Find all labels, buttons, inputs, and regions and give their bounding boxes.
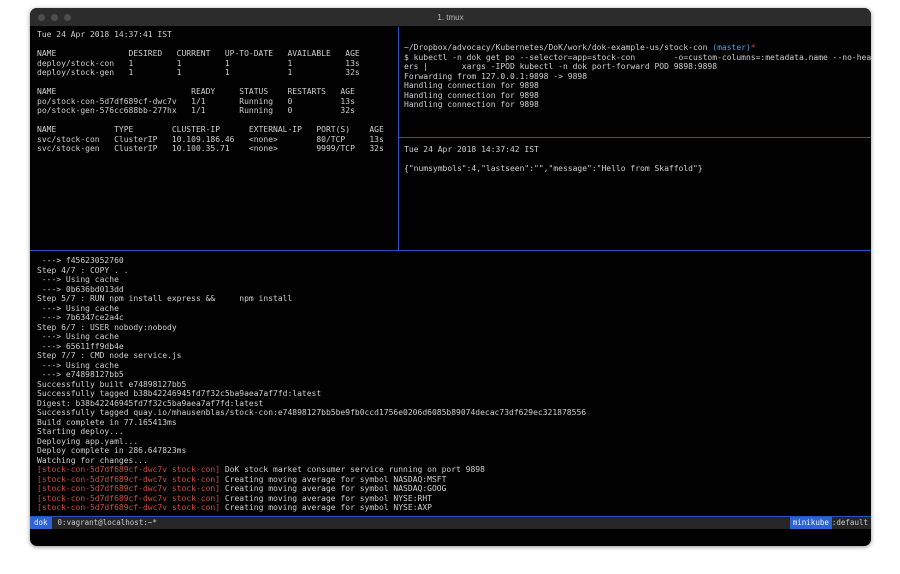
git-branch: (master) [712,43,751,52]
pod-log-prefix: [stock-con-5d7df689cf-dwc7v stock-con] [37,503,220,512]
minimize-button[interactable] [51,14,58,21]
pod-log-message: Creating moving average for symbol NASDA… [220,475,446,484]
pod-log-message: DoK stock market consumer service runnin… [220,465,485,474]
pod-log-line: [stock-con-5d7df689cf-dwc7v stock-con] C… [37,494,871,504]
pod-log-line: [stock-con-5d7df689cf-dwc7v stock-con] D… [37,465,871,475]
blank-line [404,155,871,165]
git-dirty-flag: * [751,43,756,52]
curl-timestamp: Tue 24 Apr 2018 14:37:42 IST [404,145,871,155]
tmux-status-bar: dok 0:vagrant@localhost:~* minikube :def… [30,517,871,529]
status-right: minikube :default [790,517,868,529]
zoom-button[interactable] [64,14,71,21]
window-tab[interactable]: 0:vagrant@localhost:~* [58,517,157,529]
tmux-terminal: Tue 24 Apr 2018 14:37:41 IST NAME DESIRE… [30,27,871,546]
pod-log-line: [stock-con-5d7df689cf-dwc7v stock-con] C… [37,475,871,485]
pane-curl-output[interactable]: Tue 24 Apr 2018 14:37:42 IST {"numsymbol… [399,138,871,250]
close-button[interactable] [38,14,45,21]
pod-log-line: [stock-con-5d7df689cf-dwc7v stock-con] C… [37,503,871,513]
pod-log-message: Creating moving average for symbol NASDA… [220,484,446,493]
pane-kubectl-watch[interactable]: Tue 24 Apr 2018 14:37:41 IST NAME DESIRE… [30,27,398,250]
pod-log-prefix: [stock-con-5d7df689cf-dwc7v stock-con] [37,484,220,493]
docker-build-output: ---> f45623052760 Step 4/7 : COPY . . --… [37,256,871,465]
pod-log-message: Creating moving average for symbol NYSE:… [220,503,432,512]
kube-context: minikube [790,517,832,529]
session-name: dok [30,517,52,529]
kubectl-watch-output: Tue 24 Apr 2018 14:37:41 IST NAME DESIRE… [37,30,398,154]
pod-log-message: Creating moving average for symbol NYSE:… [220,494,432,503]
kube-namespace: :default [832,517,868,529]
port-forward-output: $ kubectl -n dok get po --selector=app=s… [404,53,871,110]
pane-port-forward[interactable]: ~/Dropbox/advocacy/Kubernetes/DoK/work/d… [399,27,871,137]
curl-json-response: {"numsymbols":4,"lastseen":"","message":… [404,164,871,174]
pod-log-prefix: [stock-con-5d7df689cf-dwc7v stock-con] [37,465,220,474]
pod-log-prefix: [stock-con-5d7df689cf-dwc7v stock-con] [37,475,220,484]
window-controls [38,14,71,21]
terminal-window: 1. tmux Tue 24 Apr 2018 14:37:41 IST NAM… [30,8,871,546]
cwd-path: ~/Dropbox/advocacy/Kubernetes/DoK/work/d… [404,43,712,52]
pod-log-prefix: [stock-con-5d7df689cf-dwc7v stock-con] [37,494,220,503]
shell-prompt-path: ~/Dropbox/advocacy/Kubernetes/DoK/work/d… [404,43,871,53]
pod-log-line: [stock-con-5d7df689cf-dwc7v stock-con] C… [37,484,871,494]
titlebar: 1. tmux [30,8,871,27]
pane-skaffold-build[interactable]: ---> f45623052760 Step 4/7 : COPY . . --… [30,251,871,516]
window-title: 1. tmux [30,13,871,22]
